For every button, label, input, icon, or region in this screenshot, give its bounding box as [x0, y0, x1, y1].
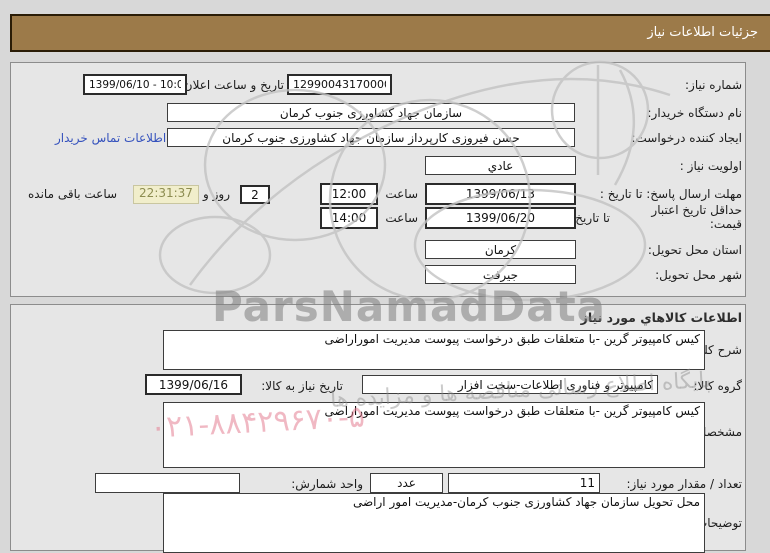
countdown-timer: 22:31:37 [133, 185, 199, 204]
price-validity-label: حداقل تاریخ اعتبار قیمت: [651, 203, 742, 231]
reply-deadline-date-input[interactable] [425, 183, 576, 205]
need-number-input[interactable] [287, 74, 392, 95]
buyer-org-input[interactable] [167, 103, 575, 122]
announce-datetime-input[interactable] [83, 74, 187, 95]
unit-input[interactable] [370, 473, 443, 493]
price-validity-date-input[interactable] [425, 207, 576, 229]
buyer-notes-textarea[interactable]: محل تحویل سازمان جهاد کشاورزی جنوب کرمان… [163, 493, 705, 553]
need-date-label: تاریخ نیاز به کالا: [261, 379, 343, 393]
remaining-days-label: روز و [203, 187, 230, 201]
need-date-input[interactable] [145, 374, 242, 395]
buyer-org-label: نام دستگاه خریدار: [647, 106, 743, 120]
page: { "header": { "title": "جزئیات اطلاعات ن… [0, 0, 770, 553]
reply-deadline-time-input[interactable] [320, 183, 378, 205]
goods-group-input[interactable] [362, 375, 658, 394]
remaining-days-input[interactable] [240, 185, 270, 204]
province-label: استان محل تحویل: [647, 243, 742, 257]
quantity-input[interactable] [448, 473, 600, 493]
priority-label: اولویت نیاز : [679, 159, 742, 173]
price-validity-hour-label: ساعت [385, 211, 418, 225]
reply-deadline-label: مهلت ارسال پاسخ: تا تاریخ : [599, 187, 742, 201]
price-validity-time-input[interactable] [320, 207, 378, 229]
buyer-contact-link[interactable]: اطلاعات تماس خریدار [55, 131, 166, 145]
need-info-panel [10, 62, 746, 297]
city-input[interactable] [425, 265, 576, 284]
city-label: شهر محل تحویل: [655, 268, 742, 282]
priority-input[interactable] [425, 156, 576, 175]
need-number-label: شماره نیاز: [685, 78, 742, 92]
goods-group-label: گروه کالا: [693, 379, 743, 393]
goods-section-title: اطلاعات کالاهاي مورد نیاز [580, 310, 742, 325]
request-creator-input[interactable] [167, 128, 575, 147]
reply-deadline-hour-label: ساعت [385, 187, 418, 201]
unit-label: واحد شمارش: [291, 477, 363, 491]
unit-extra-input[interactable] [95, 473, 240, 493]
general-desc-textarea[interactable]: کیس کامپیوتر گرین -با متعلقات طبق درخواس… [163, 330, 705, 370]
countdown-label: ساعت باقی مانده [28, 187, 118, 201]
request-creator-label: ایجاد کننده درخواست: [631, 131, 742, 145]
quantity-label: تعداد / مقدار مورد نیاز: [626, 477, 742, 491]
province-input[interactable] [425, 240, 576, 259]
page-title: جزئیات اطلاعات نیاز [10, 14, 770, 52]
specs-textarea[interactable]: کیس کامپیوتر گرین -با متعلقات طبق درخواس… [163, 402, 705, 468]
